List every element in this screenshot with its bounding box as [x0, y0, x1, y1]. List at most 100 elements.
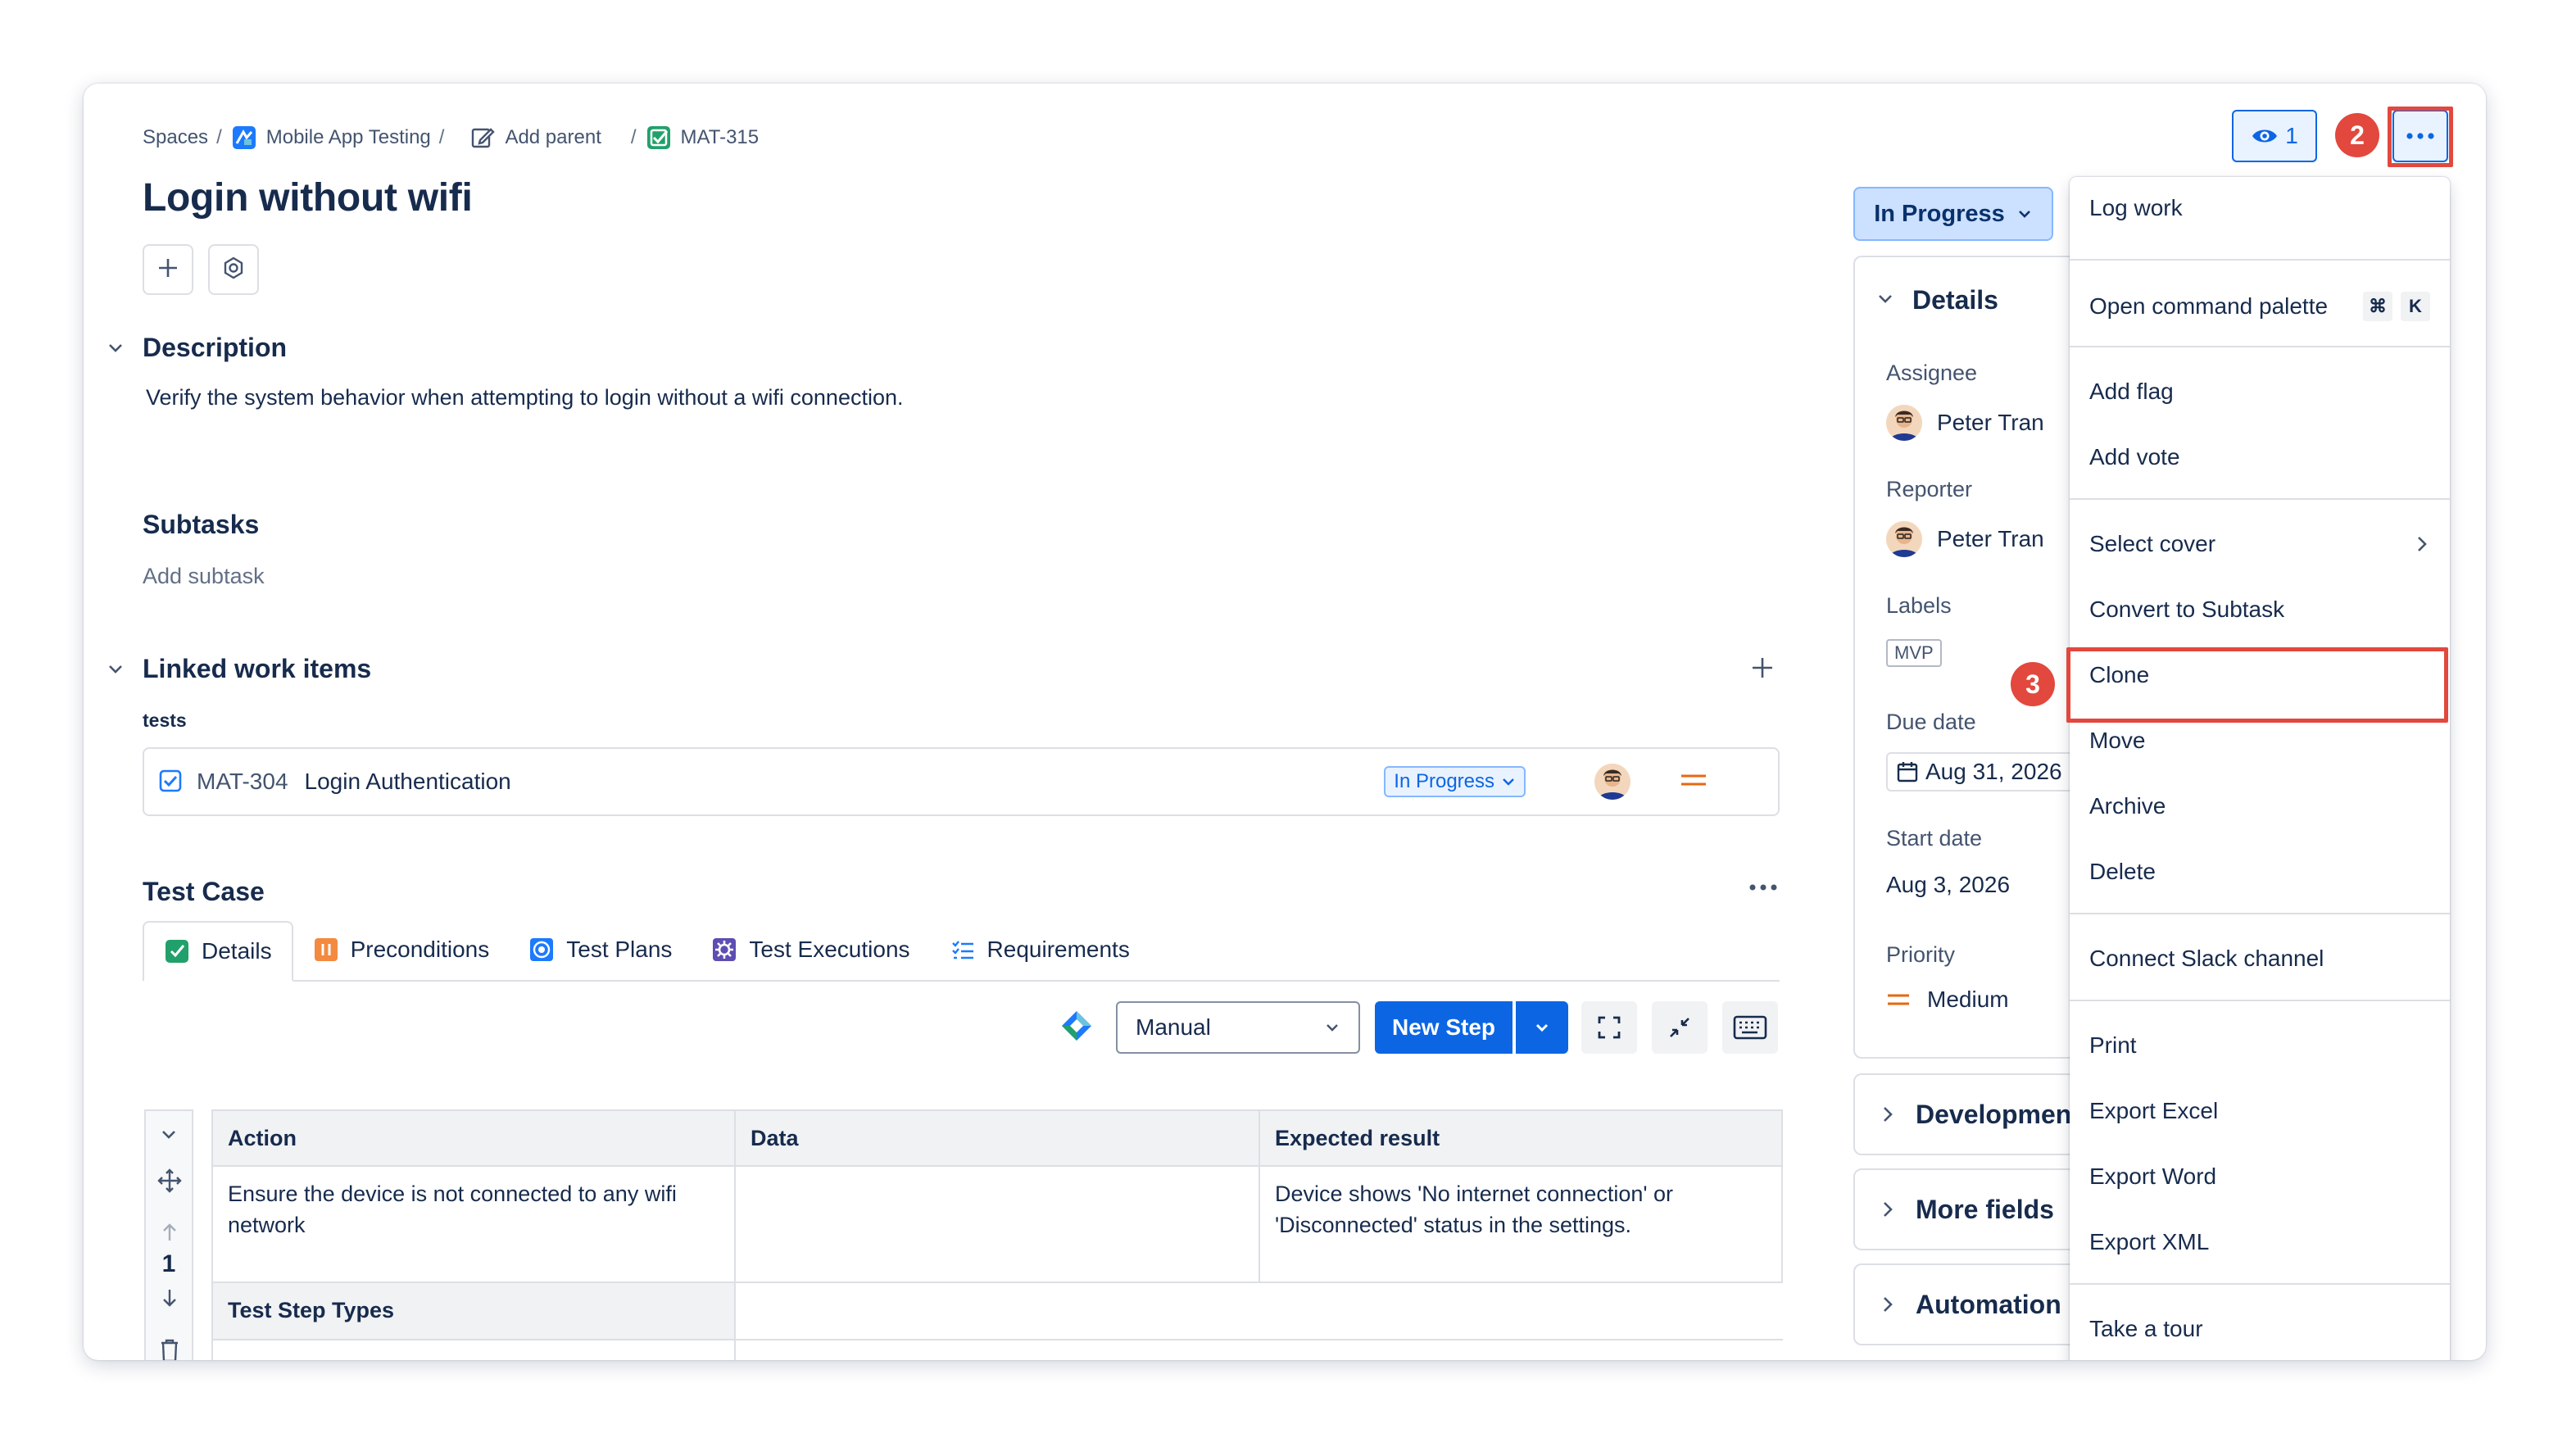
- add-parent-link[interactable]: Add parent: [505, 126, 601, 149]
- step-data-cell[interactable]: [734, 1165, 1260, 1283]
- breadcrumb-separator: /: [438, 126, 445, 148]
- reporter-name: Peter Tran: [1937, 526, 2044, 551]
- menu-item-command-palette[interactable]: Open command palette ⌘ K: [2070, 275, 2450, 338]
- fullscreen-button[interactable]: [1581, 1001, 1637, 1054]
- task-checkbox-icon: [159, 769, 184, 794]
- linked-item-status[interactable]: In Progress: [1384, 766, 1526, 797]
- collapse-button[interactable]: [1652, 1001, 1708, 1054]
- chevron-down-icon[interactable]: [103, 657, 128, 682]
- menu-item-print[interactable]: Print: [2070, 1014, 2450, 1077]
- chevron-down-icon[interactable]: [1876, 290, 1894, 308]
- issue-window: Spaces / Mobile App Testing / Add parent…: [84, 84, 2486, 1360]
- menu-item-export-excel[interactable]: Export Excel: [2070, 1080, 2450, 1142]
- chevron-down-icon[interactable]: [160, 1126, 178, 1144]
- k-key: K: [2401, 292, 2430, 321]
- chevron-down-icon: [2018, 211, 2030, 218]
- column-header-data: Data: [734, 1109, 1260, 1167]
- chevron-down-icon: [1535, 1023, 1549, 1032]
- project-icon: [232, 125, 256, 150]
- watch-count: 1: [2285, 123, 2298, 148]
- keyboard-icon: [1733, 1015, 1767, 1040]
- step-3-badge: 3: [2011, 662, 2055, 706]
- menu-item-archive[interactable]: Archive: [2070, 775, 2450, 837]
- menu-divider: [2070, 913, 2450, 914]
- menu-item-add-vote[interactable]: Add vote: [2070, 426, 2450, 488]
- breadcrumb-separator: /: [216, 126, 222, 148]
- tab-label: Details: [202, 938, 272, 964]
- label-tag[interactable]: MVP: [1886, 639, 1942, 667]
- priority-medium-icon: [1680, 772, 1708, 792]
- description-text[interactable]: Verify the system behavior when attempti…: [146, 385, 904, 411]
- start-date-value[interactable]: Aug 3, 2026: [1886, 872, 2010, 898]
- breadcrumb-project[interactable]: Mobile App Testing: [266, 126, 431, 149]
- reporter-label: Reporter: [1886, 477, 1973, 501]
- menu-item-delete[interactable]: Delete: [2070, 841, 2450, 903]
- step-types-label: Test Step Types: [211, 1281, 736, 1340]
- assignee-field[interactable]: Peter Tran: [1886, 405, 2044, 441]
- step-types-value-cell[interactable]: [211, 1339, 736, 1360]
- add-link-icon[interactable]: [1750, 655, 1775, 684]
- more-options-icon[interactable]: [1748, 882, 1778, 896]
- trash-icon[interactable]: [160, 1339, 179, 1360]
- arrow-down-icon[interactable]: [161, 1288, 179, 1308]
- more-actions-menu: Log work Open command palette ⌘ K Add fl…: [2070, 177, 2450, 1360]
- linked-item-row[interactable]: MAT-304 Login Authentication In Progress: [143, 747, 1780, 816]
- menu-item-export-word[interactable]: Export Word: [2070, 1145, 2450, 1208]
- fullscreen-icon: [1598, 1016, 1621, 1039]
- drag-handle-icon[interactable]: [157, 1168, 182, 1193]
- new-step-dropdown-button[interactable]: [1516, 1001, 1568, 1054]
- automation-section[interactable]: Automation: [1853, 1263, 2099, 1345]
- step-types-empty: [734, 1281, 1783, 1340]
- step-expected-cell[interactable]: Device shows 'No internet connection' or…: [1259, 1165, 1783, 1283]
- tab-details[interactable]: Details: [143, 921, 293, 982]
- menu-divider: [2070, 1283, 2450, 1285]
- menu-item-log-work[interactable]: Log work: [2070, 177, 2450, 239]
- priority-field[interactable]: Medium: [1886, 987, 2009, 1013]
- tab-requirements[interactable]: Requirements: [930, 919, 1150, 980]
- menu-item-select-cover[interactable]: Select cover: [2070, 513, 2450, 575]
- apps-button[interactable]: [208, 244, 259, 295]
- tab-test-executions[interactable]: Test Executions: [692, 919, 929, 980]
- menu-item-add-flag[interactable]: Add flag: [2070, 361, 2450, 423]
- calendar-icon: [1897, 762, 1918, 782]
- chevron-right-icon: [1884, 1297, 1893, 1312]
- chevron-right-icon: [1884, 1107, 1893, 1122]
- start-date-label: Start date: [1886, 826, 1983, 851]
- menu-item-export-xml[interactable]: Export XML: [2070, 1211, 2450, 1273]
- arrow-up-icon[interactable]: [161, 1222, 179, 1242]
- linked-item-key[interactable]: MAT-304: [197, 769, 288, 795]
- edit-icon: [470, 125, 496, 150]
- breadcrumb-issue-key[interactable]: MAT-315: [681, 126, 760, 149]
- tab-preconditions[interactable]: Preconditions: [293, 919, 510, 980]
- tab-test-plans[interactable]: Test Plans: [509, 919, 692, 980]
- menu-item-convert-subtask[interactable]: Convert to Subtask: [2070, 578, 2450, 641]
- menu-divider: [2070, 346, 2450, 347]
- more-fields-section[interactable]: More fields: [1853, 1168, 2099, 1250]
- chevron-down-icon: [1327, 1024, 1338, 1032]
- menu-item-take-tour[interactable]: Take a tour: [2070, 1298, 2450, 1360]
- issue-title[interactable]: Login without wifi: [143, 175, 473, 220]
- priority-medium-icon: [1888, 994, 1909, 1005]
- test-type-value: Manual: [1136, 1014, 1211, 1040]
- watch-button[interactable]: 1: [2232, 110, 2317, 162]
- development-section[interactable]: Development: [1853, 1073, 2099, 1155]
- menu-item-connect-slack[interactable]: Connect Slack channel: [2070, 928, 2450, 990]
- add-subtask-link[interactable]: Add subtask: [143, 564, 265, 589]
- keyboard-shortcuts-button[interactable]: [1722, 1001, 1778, 1054]
- chevron-down-icon: [1503, 778, 1514, 786]
- subtasks-heading: Subtasks: [143, 510, 260, 539]
- step-controls: 1: [144, 1109, 193, 1360]
- menu-divider: [2070, 259, 2450, 261]
- breadcrumb-spaces[interactable]: Spaces: [143, 126, 208, 149]
- step-2-badge: 2: [2335, 113, 2379, 157]
- chevron-down-icon[interactable]: [103, 336, 128, 361]
- new-step-button[interactable]: New Step: [1375, 1001, 1512, 1054]
- reporter-field[interactable]: Peter Tran: [1886, 521, 2044, 557]
- status-button[interactable]: In Progress: [1853, 187, 2053, 241]
- chevron-right-icon: [2418, 537, 2427, 551]
- test-type-select[interactable]: Manual: [1116, 1001, 1360, 1054]
- add-button[interactable]: [143, 244, 193, 295]
- due-date-value: Aug 31, 2026: [1925, 759, 2062, 784]
- step-action-cell[interactable]: Ensure the device is not connected to an…: [211, 1165, 736, 1283]
- linked-item-title[interactable]: Login Authentication: [305, 769, 511, 795]
